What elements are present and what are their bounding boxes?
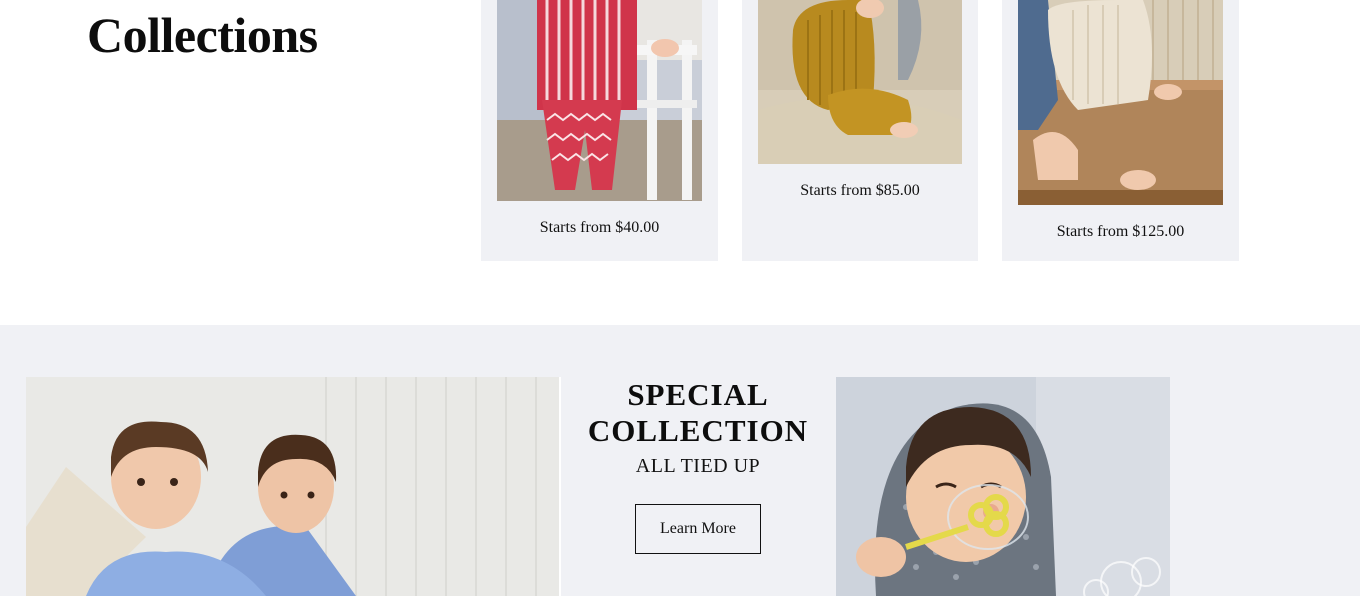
two-children-blue-sweaters-photo[interactable]: [26, 377, 559, 596]
child-blowing-bubbles-photo[interactable]: [836, 377, 1170, 596]
collection-card-2[interactable]: Starts from $85.00: [742, 0, 978, 261]
card-price: Starts from $125.00: [1056, 223, 1185, 240]
collections-section: Collections Starts from $40.00 Starts fr…: [0, 0, 1360, 325]
child-red-pattern-outfit-photo[interactable]: [497, 0, 702, 201]
collections-title: Collections: [87, 7, 318, 63]
child-mustard-knit-outfit-photo[interactable]: [758, 0, 962, 164]
learn-more-button[interactable]: Learn More: [635, 504, 761, 554]
child-cream-cardigan-photo[interactable]: [1018, 0, 1223, 205]
card-price: Starts from $85.00: [800, 182, 920, 199]
card-price: Starts from $40.00: [539, 219, 660, 236]
promo-subtitle: ALL TIED UP: [635, 455, 761, 477]
promo-title-line1: SPECIAL: [627, 377, 769, 412]
promo-title-line2: COLLECTION: [587, 413, 809, 448]
collection-card-3[interactable]: Starts from $125.00: [1002, 0, 1239, 261]
special-collection-promo: SPECIAL COLLECTION ALL TIED UP Learn Mor…: [560, 377, 836, 554]
special-collection-section: SPECIAL COLLECTION ALL TIED UP Learn Mor…: [0, 325, 1360, 596]
collection-card-1[interactable]: Starts from $40.00: [481, 0, 718, 261]
